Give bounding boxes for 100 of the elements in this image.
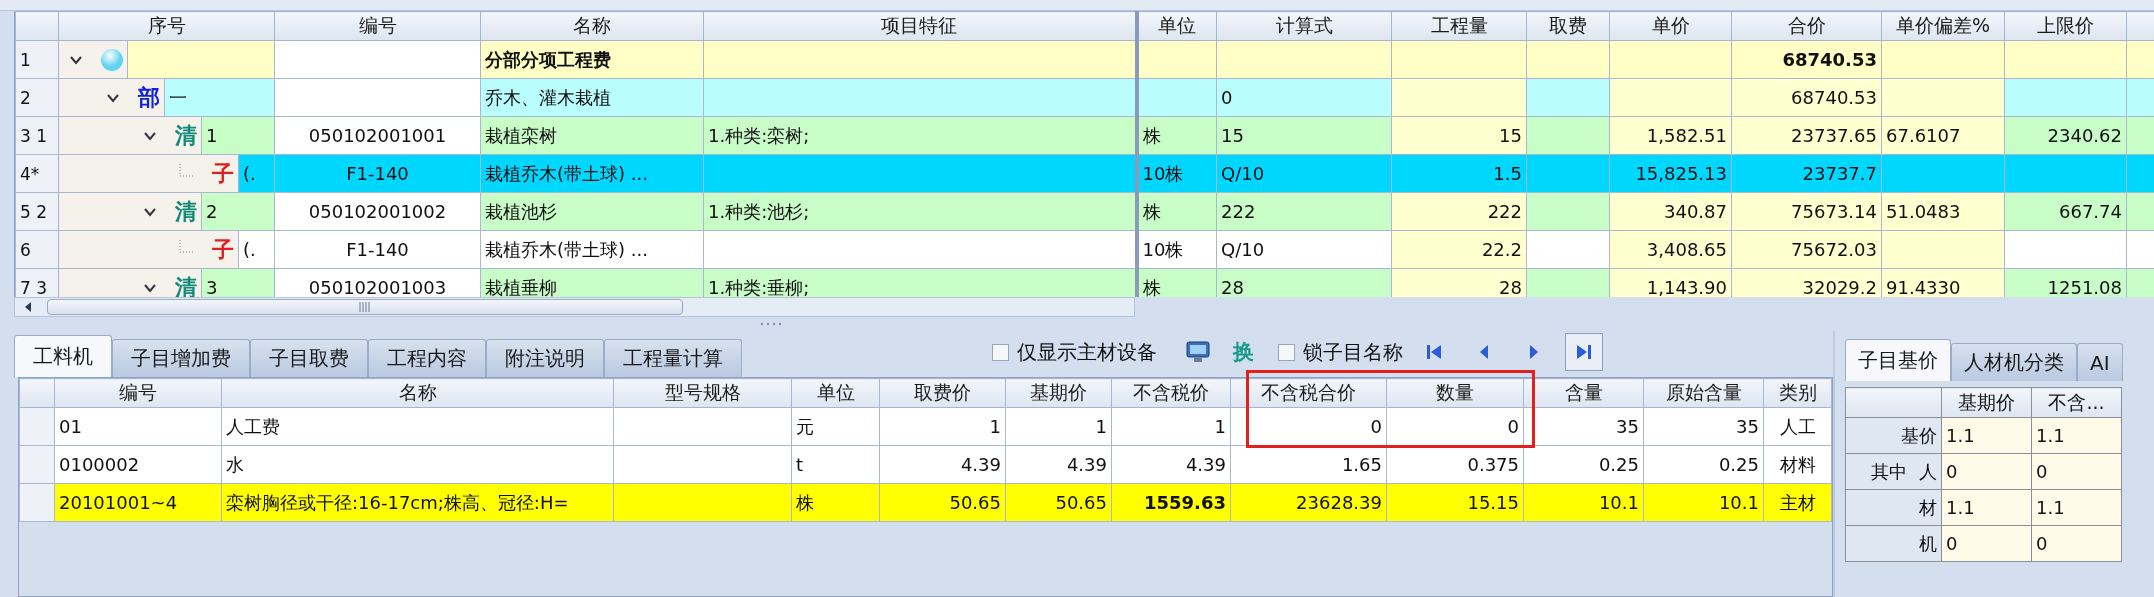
table-cell: 01 — [54, 407, 222, 446]
table-cell: 0 — [1941, 453, 2032, 490]
checkbox[interactable] — [1278, 343, 1295, 361]
caret-icon[interactable] — [69, 54, 83, 65]
last-record-icon[interactable] — [1565, 333, 1603, 371]
table-cell: 68740.53 — [1731, 78, 1882, 117]
column-header[interactable]: 项目特征 — [703, 11, 1137, 41]
table-cell: 0.25 — [1643, 445, 1764, 484]
row-number: 1 — [15, 40, 59, 79]
caret-icon[interactable] — [143, 130, 157, 141]
table-cell: 667.74 — [2004, 192, 2127, 231]
caret-icon[interactable] — [106, 92, 120, 103]
tab[interactable]: 附注说明 — [486, 339, 604, 377]
column-header[interactable]: 计算式 — [1216, 11, 1392, 41]
tab[interactable]: 人材机分类 — [1951, 343, 2077, 381]
table-cell: 1.5 — [1391, 154, 1527, 193]
column-header[interactable]: 合价 — [1731, 11, 1882, 41]
table-cell: 乔木、灌木栽植 — [480, 78, 704, 117]
checkbox[interactable] — [992, 343, 1009, 361]
table-cell: 0 — [1941, 525, 2032, 562]
table-row[interactable]: 3 1 清 1 050102001001 栽植栾树 1.种类:栾树; 株 15 15 1,582.51 23737.65 67.6107 2340.62 — [15, 116, 2154, 155]
caret-icon[interactable] — [143, 282, 157, 293]
column-header[interactable]: 编号 — [54, 378, 222, 408]
column-header[interactable]: 序号 — [58, 11, 275, 41]
table-cell: 1.1 — [2031, 417, 2122, 454]
table-cell: 1 — [1111, 407, 1231, 446]
table-row[interactable]: 1 分部分项工程费 68740.53 — [15, 40, 2154, 79]
scroll-left-icon[interactable] — [23, 301, 33, 313]
table-cell: 050102001001 — [274, 116, 481, 155]
table-cell: 1.种类:栾树; — [703, 116, 1137, 155]
table-cell: 50.65 — [879, 483, 1006, 522]
column-header[interactable]: 名称 — [221, 378, 614, 408]
column-header[interactable]: 单价偏差% — [1881, 11, 2005, 41]
column-header[interactable]: 工程量 — [1391, 11, 1527, 41]
column-header[interactable]: 不含税价 — [1111, 378, 1231, 408]
table-row[interactable]: 4* 子 (. F1-140 栽植乔木(带土球) ... 10株 Q/10 1.5 15,825.13 23737.7 — [15, 154, 2154, 193]
table-cell: 10.1 — [1643, 483, 1764, 522]
column-header[interactable]: 型号规格 — [613, 378, 792, 408]
column-header[interactable]: 单位 — [791, 378, 880, 408]
table-cell: 元 — [791, 407, 880, 446]
table-row[interactable]: 01 人工费 元 1 1 1 0 0 35 35 人工 — [19, 407, 1832, 446]
table-cell: 32029.2 — [1731, 268, 1882, 297]
column-header[interactable]: 原始含量 — [1643, 378, 1764, 408]
tab[interactable]: 工料机 — [14, 335, 112, 377]
table-cell: 0 — [2031, 453, 2122, 490]
column-header[interactable]: 单价 — [1609, 11, 1732, 41]
tab[interactable]: 子目基价 — [1845, 339, 1951, 381]
column-header[interactable]: 基期价 — [1005, 378, 1112, 408]
column-header[interactable]: 上限价 — [2004, 11, 2127, 41]
table-cell: 栾树胸径或干径:16-17cm;株高、冠径:H= — [221, 483, 614, 522]
row-number: 7 3 — [15, 268, 59, 297]
column-header[interactable]: 类别 — [1763, 378, 1832, 408]
table-cell: 23737.7 — [1731, 154, 1882, 193]
tree-code: 3 — [206, 277, 218, 297]
table-cell: 株 — [791, 483, 880, 522]
table-cell: 1.1 — [2031, 489, 2122, 526]
row-label: 人 — [1919, 460, 1937, 482]
column-header[interactable]: 基期价 — [1941, 387, 2032, 418]
table-cell: 分部分项工程费 — [480, 40, 704, 79]
table-cell: 28 — [1391, 268, 1527, 297]
table-cell: 0 — [1216, 78, 1392, 117]
tree-code: (. — [243, 163, 256, 184]
checkbox-label[interactable]: 锁子目名称 — [1278, 338, 1403, 366]
tab[interactable]: 工程内容 — [368, 339, 486, 377]
column-header[interactable]: 单位 — [1136, 11, 1217, 41]
table-cell: 1.种类:垂柳; — [703, 268, 1137, 297]
table-row[interactable]: 0100002 水 t 4.39 4.39 4.39 1.65 0.375 0.25 0.25 材料 — [19, 445, 1832, 484]
table-row[interactable]: 20101001~4 栾树胸径或干径:16-17cm;株高、冠径:H= 株 50.65 50.65 1559.63 23628.39 15.15 10.1 10.1 主材 — [19, 483, 1832, 522]
table-cell: 株 — [1136, 116, 1217, 155]
tab[interactable]: 子目取费 — [250, 339, 368, 377]
table-cell: 340.87 — [1609, 192, 1732, 231]
column-header[interactable]: 数量 — [1386, 378, 1524, 408]
table-cell: 1,143.90 — [1609, 268, 1732, 297]
table-cell: 0 — [1230, 407, 1387, 446]
table-cell: 1251.08 — [2004, 268, 2127, 297]
column-header[interactable]: 不含... — [2031, 387, 2122, 418]
tab[interactable]: 子目增加费 — [112, 339, 250, 377]
table-row[interactable]: 2 部 一 乔木、灌木栽植 0 68740.53 — [15, 78, 2154, 117]
table-row[interactable]: 6 子 (. F1-140 栽植乔木(带土球) ... 10株 Q/10 22.2 3,408.65 75672.03 — [15, 230, 2154, 269]
table-row[interactable]: 5 2 清 2 050102001002 栽植池杉 1.种类:池杉; 株 222 222 340.87 75673.14 51.0483 667.74 — [15, 192, 2154, 231]
tree-code: (. — [243, 239, 256, 260]
column-header[interactable]: 不含税合价 — [1230, 378, 1387, 408]
tab[interactable]: AI — [2077, 343, 2123, 381]
column-header[interactable]: 含量 — [1523, 378, 1644, 408]
table-cell: 15,825.13 — [1609, 154, 1732, 193]
splitter-grip-icon[interactable] — [760, 322, 784, 326]
checkbox-label[interactable]: 仅显示主材设备 — [992, 338, 1157, 366]
table-cell: F1-140 — [274, 154, 481, 193]
column-header[interactable]: 编号 — [274, 11, 481, 41]
table-cell: 0 — [1386, 407, 1524, 446]
table-cell: 67.6107 — [1881, 116, 2005, 155]
tab[interactable]: 工程量计算 — [604, 339, 742, 377]
table-cell: 10株 — [1136, 230, 1217, 269]
caret-icon[interactable] — [143, 206, 157, 217]
column-header[interactable]: 取费 — [1526, 11, 1610, 41]
column-header[interactable]: 取费价 — [879, 378, 1006, 408]
table-cell: 0100002 — [54, 445, 222, 484]
column-header[interactable]: 名称 — [480, 11, 704, 41]
horizontal-scrollbar[interactable] — [14, 297, 1135, 317]
scrollbar-thumb[interactable] — [47, 299, 683, 315]
